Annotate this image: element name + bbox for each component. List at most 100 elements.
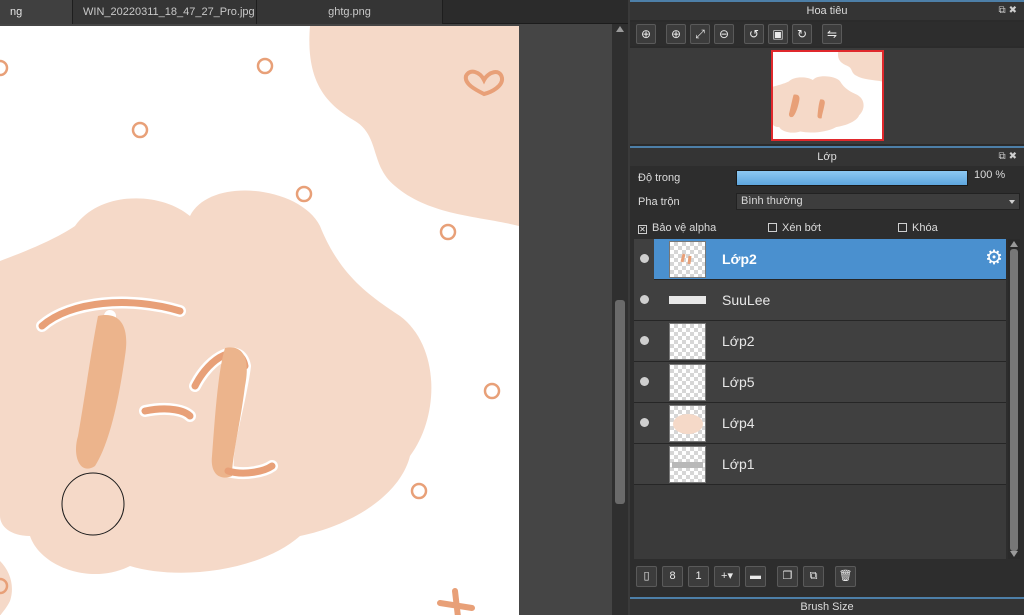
layer-thumbnail [669, 323, 706, 360]
layer-row[interactable]: Lớp1 [634, 444, 1006, 485]
navigator-preview[interactable] [630, 48, 1024, 144]
detach-icon[interactable]: ⧉ [998, 5, 1008, 16]
tab-document-2[interactable]: WIN_20220311_18_47_27_Pro.jpg [73, 0, 257, 24]
canvas-vertical-scrollbar[interactable] [612, 24, 628, 615]
visibility-eye-icon[interactable] [640, 336, 649, 345]
layer-thumbnail [669, 364, 706, 401]
new-folder-icon: ▬ [750, 569, 761, 582]
canvas-scroll-thumb[interactable] [615, 300, 625, 504]
layer-thumbnail-art [669, 296, 706, 304]
new-8bit-layer-button[interactable]: 8 [662, 565, 683, 587]
layer-list-scrollbar[interactable] [1008, 239, 1020, 559]
fit-window-icon: ▣ [772, 27, 784, 41]
add-layer-menu-icon: +▾ [721, 569, 733, 582]
delete-layer-button[interactable]: 🗑 [835, 565, 856, 587]
blend-mode-select[interactable]: Bình thường [736, 193, 1020, 210]
close-icon[interactable]: ✖ [1009, 151, 1020, 162]
zoom-out-button[interactable]: ⊖ [714, 24, 734, 44]
protect-alpha-checkbox[interactable]: ✕ Bảo vệ alpha [638, 221, 716, 235]
layer-thumbnail-art [680, 253, 692, 265]
new-1bit-layer-button[interactable]: 1 [688, 565, 709, 587]
canvas-area[interactable] [0, 24, 612, 615]
layer-thumbnail-art [673, 414, 703, 434]
zoom-out-icon: ⊖ [718, 27, 730, 41]
scroll-up-arrow-icon[interactable] [616, 26, 624, 32]
tab-document-1[interactable]: ng [0, 0, 73, 24]
opacity-value: 100 % [974, 169, 1006, 181]
navigator-thumbnail [773, 52, 882, 133]
fit-screen-button[interactable]: ⤢ [690, 24, 710, 44]
layers-panel: Độ trong 100 % Pha trộn Bình thường ✕ Bảo… [630, 166, 1024, 615]
new-1bit-layer-icon: 1 [695, 569, 702, 582]
layers-panel-title: Lớp [817, 151, 837, 163]
navigator-window-buttons[interactable]: ⧉✖ [998, 2, 1020, 20]
tab-document-3[interactable]: ghtg.png [257, 0, 443, 24]
flip-icon: ⇋ [826, 27, 838, 41]
layer-thumbnail [669, 241, 706, 278]
layer-name: Lớp1 [722, 456, 755, 472]
layer-name: Lớp2 [722, 251, 757, 267]
right-panels: Hoa tiêu ⧉✖ ⊕ ⊕ ⤢ ⊖ ↺ ▣ ↻ ⇋ Lớp ⧉✖ Độ tr… [630, 0, 1024, 615]
visibility-eye-icon[interactable] [640, 377, 649, 386]
layer-name: SuuLee [722, 292, 771, 308]
rotate-left-button[interactable]: ↺ [744, 24, 764, 44]
fit-window-button[interactable]: ▣ [768, 24, 788, 44]
rotate-left-icon: ↺ [748, 27, 760, 41]
lock-checkbox[interactable]: Khóa [898, 221, 938, 235]
zoom-in-icon: ⊕ [670, 27, 682, 41]
gear-icon[interactable]: ⚙ [985, 248, 1003, 268]
layer-row[interactable]: SuuLee [634, 280, 1006, 321]
checkbox-icon: ✕ [638, 225, 647, 234]
layers-window-buttons[interactable]: ⧉✖ [998, 148, 1020, 166]
layer-row[interactable]: Lớp2 ⚙ [634, 239, 1006, 280]
layer-name: Lớp5 [722, 374, 755, 390]
layer-thumbnail-art [672, 462, 703, 468]
opacity-slider-fill [737, 171, 967, 185]
brush-size-title: Brush Size [800, 601, 854, 613]
detach-icon[interactable]: ⧉ [998, 151, 1008, 162]
layer-row[interactable]: Lớp4 [634, 403, 1006, 444]
scroll-down-arrow-icon[interactable] [1010, 551, 1018, 557]
new-8bit-layer-icon: 8 [669, 569, 676, 582]
zoom-fit-icon: ⊕ [640, 27, 652, 41]
brush-size-panel-header[interactable]: Brush Size [630, 597, 1024, 615]
artwork-canvas[interactable] [0, 26, 519, 615]
opacity-slider[interactable] [736, 170, 968, 186]
clipping-checkbox[interactable]: Xén bớt [768, 221, 821, 235]
layers-panel-header: Lớp ⧉✖ [630, 146, 1024, 166]
layer-name: Lớp2 [722, 333, 755, 349]
layer-row[interactable]: Lớp2 [634, 321, 1006, 362]
layer-list-scroll-thumb[interactable] [1010, 249, 1018, 551]
merge-down-icon: ⧉ [809, 569, 818, 582]
visibility-eye-icon[interactable] [640, 295, 649, 304]
artwork-illustration [0, 26, 519, 615]
rotate-right-button[interactable]: ↻ [792, 24, 812, 44]
layer-toolbar: ▯ 8 1 +▾ ▬ ❐ ⧉ 🗑 [636, 564, 861, 588]
delete-layer-icon: 🗑 [838, 569, 853, 582]
scroll-up-arrow-icon[interactable] [1010, 241, 1018, 247]
zoom-in-button[interactable]: ⊕ [666, 24, 686, 44]
close-icon[interactable]: ✖ [1009, 5, 1020, 16]
rotate-right-icon: ↻ [796, 27, 808, 41]
checkbox-icon [768, 223, 777, 232]
layer-row[interactable]: Lớp5 [634, 362, 1006, 403]
navigator-panel-header: Hoa tiêu ⧉✖ [630, 0, 1024, 20]
fit-screen-icon: ⤢ [695, 27, 705, 41]
navigator-viewport-frame[interactable] [771, 50, 884, 141]
merge-down-button[interactable]: ⧉ [803, 565, 824, 587]
clipping-label: Xén bớt [782, 222, 822, 234]
navigator-title: Hoa tiêu [806, 5, 848, 17]
layer-name: Lớp4 [722, 415, 755, 431]
duplicate-layer-button[interactable]: ❐ [777, 565, 798, 587]
new-layer-icon: ▯ [643, 569, 650, 582]
flip-button[interactable]: ⇋ [822, 24, 842, 44]
new-folder-button[interactable]: ▬ [745, 565, 766, 587]
lock-label: Khóa [912, 222, 938, 234]
visibility-eye-icon[interactable] [640, 418, 649, 427]
add-layer-menu-button[interactable]: +▾ [714, 565, 740, 587]
blend-mode-label: Pha trộn [638, 196, 680, 208]
zoom-fit-button[interactable]: ⊕ [636, 24, 656, 44]
navigator-toolbar: ⊕ ⊕ ⤢ ⊖ ↺ ▣ ↻ ⇋ [630, 22, 1024, 46]
new-layer-button[interactable]: ▯ [636, 565, 657, 587]
visibility-eye-icon[interactable] [640, 254, 649, 263]
